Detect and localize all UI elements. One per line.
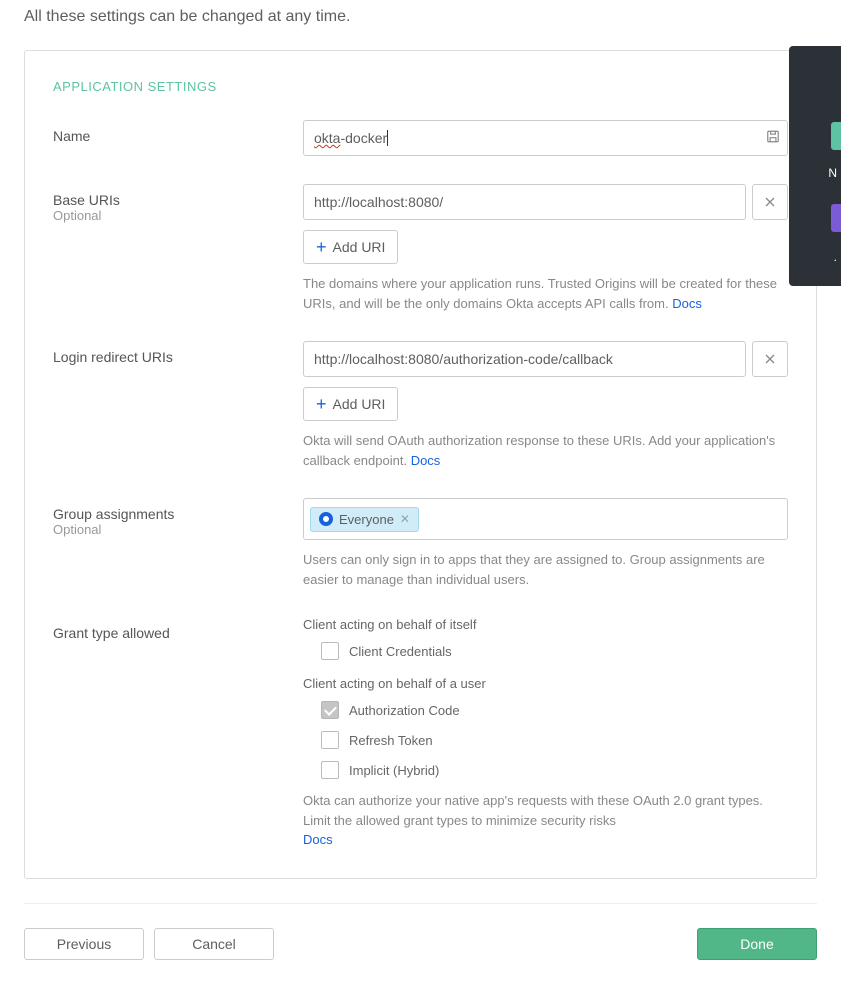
row-grant: Grant type allowed Client acting on beha… (53, 617, 788, 850)
group-tag-label: Everyone (339, 512, 394, 527)
section-title: APPLICATION SETTINGS (53, 79, 788, 94)
add-base-uri-button[interactable]: + Add URI (303, 230, 398, 264)
side-text-1: N (828, 166, 837, 180)
grant-user-heading: Client acting on behalf of a user (303, 676, 788, 691)
side-panel: N . (789, 46, 841, 286)
base-uris-helper: The domains where your application runs.… (303, 274, 788, 313)
side-text-2: . (834, 250, 837, 264)
grant-user-option-0: Authorization Code (321, 701, 788, 719)
label-client-credentials: Client Credentials (349, 644, 452, 659)
intro-text: All these settings can be changed at any… (24, 8, 817, 26)
base-uris-docs-link[interactable]: Docs (672, 296, 702, 311)
close-icon (764, 353, 776, 365)
side-pill-purple (831, 204, 841, 232)
login-uris-label: Login redirect URIs (53, 349, 303, 365)
row-base-uris: Base URIs Optional + Add URI The domains… (53, 184, 788, 313)
grant-docs-link[interactable]: Docs (303, 832, 333, 847)
remove-group-tag-button[interactable]: ✕ (400, 512, 410, 526)
checkbox-client-credentials[interactable] (321, 642, 339, 660)
grant-helper: Okta can authorize your native app's req… (303, 791, 788, 850)
settings-panel: APPLICATION SETTINGS Name okta-docker Ba… (24, 50, 817, 879)
grant-user-option-1: Refresh Token (321, 731, 788, 749)
row-login-uris: Login redirect URIs + Add URI Okta will … (53, 341, 788, 470)
cancel-button[interactable]: Cancel (154, 928, 274, 960)
login-uri-input-0[interactable] (303, 341, 746, 377)
base-uris-optional: Optional (53, 208, 303, 223)
text-cursor (387, 130, 388, 146)
name-input[interactable]: okta-docker (303, 120, 788, 156)
login-uris-docs-link[interactable]: Docs (411, 453, 441, 468)
previous-button[interactable]: Previous (24, 928, 144, 960)
checkbox-implicit[interactable] (321, 761, 339, 779)
remove-login-uri-0-button[interactable] (752, 341, 788, 377)
row-group: Group assignments Optional Everyone ✕ Us… (53, 498, 788, 589)
checkbox-refresh-token[interactable] (321, 731, 339, 749)
base-uri-input-0[interactable] (303, 184, 746, 220)
login-uris-helper: Okta will send OAuth authorization respo… (303, 431, 788, 470)
plus-icon: + (316, 395, 327, 413)
label-authorization-code: Authorization Code (349, 703, 460, 718)
group-optional: Optional (53, 522, 303, 537)
side-pill-green (831, 122, 841, 150)
footer: Previous Cancel Done (24, 928, 817, 960)
add-base-uri-label: Add URI (333, 239, 386, 255)
add-login-uri-label: Add URI (333, 396, 386, 412)
grant-self-option-0: Client Credentials (321, 642, 788, 660)
checkbox-authorization-code[interactable] (321, 701, 339, 719)
group-tag-input[interactable]: Everyone ✕ (303, 498, 788, 540)
group-helper: Users can only sign in to apps that they… (303, 550, 788, 589)
row-name: Name okta-docker (53, 120, 788, 156)
done-button[interactable]: Done (697, 928, 817, 960)
grant-user-option-2: Implicit (Hybrid) (321, 761, 788, 779)
base-uris-label: Base URIs (53, 192, 303, 208)
name-label: Name (53, 128, 303, 144)
group-tag-everyone: Everyone ✕ (310, 507, 419, 532)
group-label: Group assignments (53, 506, 303, 522)
grant-label: Grant type allowed (53, 625, 303, 641)
label-implicit: Implicit (Hybrid) (349, 763, 439, 778)
group-circle-icon (319, 512, 333, 526)
label-refresh-token: Refresh Token (349, 733, 433, 748)
save-indicator-icon (766, 130, 780, 147)
plus-icon: + (316, 238, 327, 256)
add-login-uri-button[interactable]: + Add URI (303, 387, 398, 421)
close-icon (764, 196, 776, 208)
remove-base-uri-0-button[interactable] (752, 184, 788, 220)
grant-self-heading: Client acting on behalf of itself (303, 617, 788, 632)
